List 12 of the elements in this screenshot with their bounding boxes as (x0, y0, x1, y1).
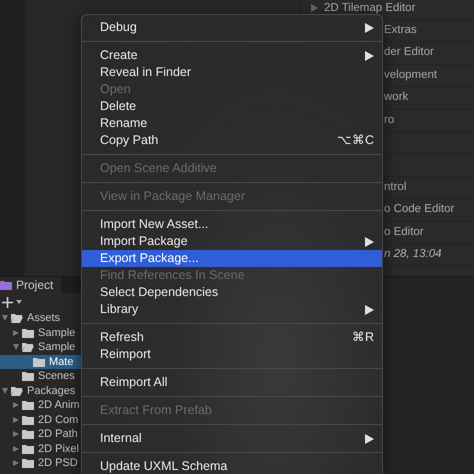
package-name: work (384, 90, 408, 106)
shortcut-text: ⌘R (352, 329, 374, 346)
package-name: Extras (384, 23, 417, 38)
package-name: ro (384, 112, 394, 128)
shortcut-text: ⌥⌘C (336, 132, 374, 150)
package-name: velopment (384, 68, 438, 83)
package-name: der Editor (384, 45, 434, 60)
package-name: o Editor (384, 224, 424, 240)
package-name: 2D Tilemap Editor (324, 1, 416, 16)
package-name: ntrol (384, 180, 406, 195)
package-name: o Code Editor (384, 202, 454, 218)
date-text: n 28, 13:04 (384, 246, 442, 262)
